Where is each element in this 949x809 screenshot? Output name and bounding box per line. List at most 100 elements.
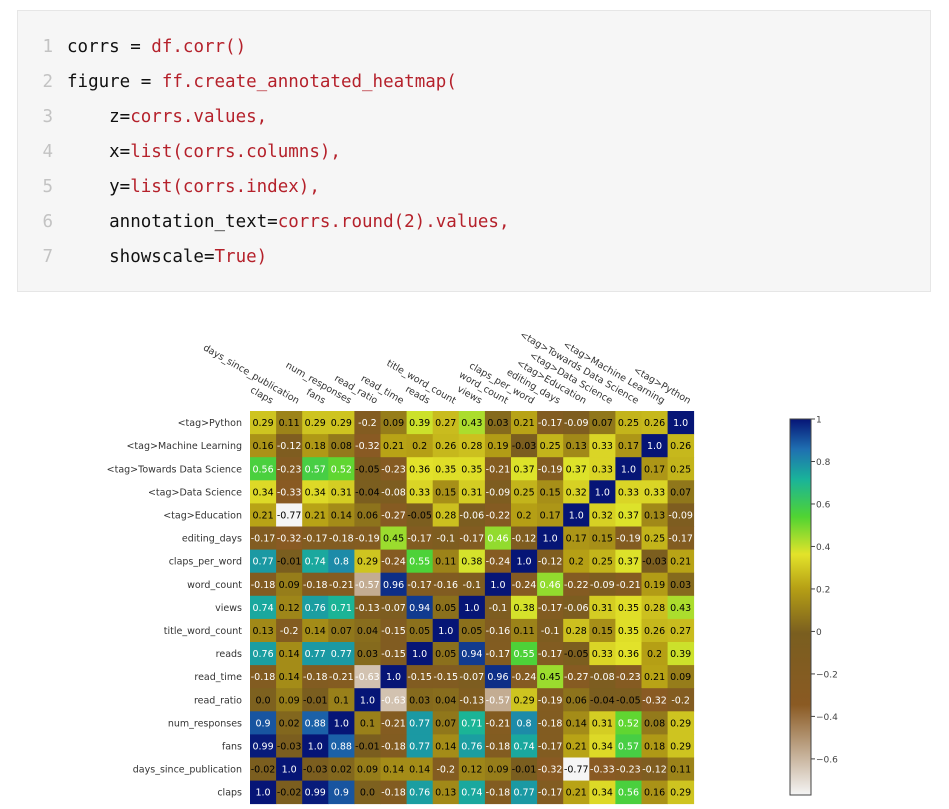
cell-annotation: 0.96 bbox=[383, 580, 404, 591]
cell-annotation: -0.17 bbox=[251, 534, 276, 545]
cell-annotation: -0.1 bbox=[436, 534, 455, 545]
cell-annotation: 0.26 bbox=[670, 441, 691, 452]
cell-annotation: 0.14 bbox=[279, 672, 300, 683]
cell-annotation: -0.2 bbox=[358, 418, 377, 429]
cell-annotation: 0.77 bbox=[331, 649, 352, 660]
cell-annotation: -0.13 bbox=[355, 603, 380, 614]
cell-annotation: 0.09 bbox=[383, 418, 404, 429]
cell-annotation: -0.32 bbox=[277, 534, 302, 545]
cell-annotation: 0.28 bbox=[435, 510, 456, 521]
cell-annotation: 0.33 bbox=[618, 487, 639, 498]
cell-annotation: 0.21 bbox=[305, 510, 326, 521]
cell-annotation: 0.19 bbox=[487, 441, 508, 452]
cell-annotation: 0.21 bbox=[252, 510, 273, 521]
cell-annotation: -0.16 bbox=[486, 626, 511, 637]
cell-annotation: -0.1 bbox=[541, 626, 560, 637]
x-axis-labels: clapsdays_since_publication fansnum_respo… bbox=[201, 329, 693, 406]
cell-annotation: -0.33 bbox=[590, 765, 615, 776]
cell-annotation: 0.29 bbox=[252, 418, 273, 429]
cell-annotation: 0.36 bbox=[618, 649, 639, 660]
cell-annotation: -0.05 bbox=[355, 464, 380, 475]
cell-annotation: -0.01 bbox=[355, 741, 380, 752]
cell-annotation: 1.0 bbox=[255, 788, 270, 799]
cell-annotation: 0.71 bbox=[331, 603, 352, 614]
cell-annotation: 0.74 bbox=[305, 557, 326, 568]
cell-annotation: 0.28 bbox=[566, 626, 587, 637]
cell-annotation: 0.17 bbox=[644, 464, 665, 475]
cell-annotation: -0.22 bbox=[486, 510, 511, 521]
cell-annotation: -0.12 bbox=[277, 441, 302, 452]
cell-annotation: 0.99 bbox=[305, 788, 326, 799]
cell-annotation: 0.17 bbox=[566, 534, 587, 545]
cell-annotation: 0.21 bbox=[670, 557, 691, 568]
cell-annotation: 0.21 bbox=[566, 788, 587, 799]
cell-annotation: 0.74 bbox=[461, 788, 482, 799]
colorbar-tick-label: 0.2 bbox=[816, 585, 830, 595]
cell-annotation: 0.31 bbox=[461, 487, 482, 498]
cell-annotation: 0.1 bbox=[334, 695, 349, 706]
correlation-heatmap: 0.29 0.11 0.29 0.29 -0.2 0.09 0.39 0.27 0.43 0.03… bbox=[107, 329, 838, 805]
cell-annotation: 0.11 bbox=[435, 557, 456, 568]
cell-annotation: -0.03 bbox=[642, 557, 667, 568]
cell-annotation: -0.17 bbox=[538, 741, 563, 752]
cell-annotation: 1.0 bbox=[308, 741, 323, 752]
cell-annotation: 0.99 bbox=[252, 741, 273, 752]
cell-annotation: -0.23 bbox=[616, 672, 641, 683]
cell-annotation: -0.57 bbox=[486, 695, 511, 706]
cell-annotation: 0.36 bbox=[409, 464, 430, 475]
cell-annotation: -0.2 bbox=[671, 695, 690, 706]
cell-annotation: 0.14 bbox=[383, 765, 404, 776]
y-axis-labels: <tag>Python <tag>Machine Learning <tag>Tow… bbox=[107, 418, 243, 799]
y-tick-label: read_ratio bbox=[194, 695, 242, 706]
cell-annotation: 0.74 bbox=[513, 741, 534, 752]
cell-annotation: -0.17 bbox=[460, 534, 485, 545]
cell-annotation: -0.01 bbox=[303, 695, 328, 706]
cell-annotation: 0.37 bbox=[566, 464, 587, 475]
cell-annotation: 0.57 bbox=[618, 741, 639, 752]
cell-annotation: -0.24 bbox=[512, 672, 537, 683]
cell-annotation: 0.29 bbox=[331, 418, 352, 429]
cell-annotation: -0.18 bbox=[329, 534, 354, 545]
cell-annotation: 0.94 bbox=[461, 649, 482, 660]
cell-annotation: -0.2 bbox=[436, 765, 455, 776]
cell-annotation: -0.77 bbox=[277, 510, 302, 521]
cell-annotation: 0.25 bbox=[592, 557, 613, 568]
cell-annotation: 0.09 bbox=[279, 580, 300, 591]
cell-annotation: 0.12 bbox=[279, 603, 300, 614]
cell-annotation: 0.21 bbox=[383, 441, 404, 452]
y-tick-label: days_since_publication bbox=[133, 765, 242, 776]
cell-annotation: 0.05 bbox=[435, 649, 456, 660]
cell-annotation: 1.0 bbox=[386, 672, 401, 683]
cell-annotation: -0.27 bbox=[381, 510, 406, 521]
y-tick-label: editing_days bbox=[182, 534, 242, 545]
cell-annotation: 0.2 bbox=[569, 557, 584, 568]
y-tick-label: num_responses bbox=[168, 718, 242, 729]
cell-annotation: 0.77 bbox=[409, 718, 430, 729]
cell-annotation: 0.03 bbox=[357, 649, 378, 660]
cell-annotation: 0.25 bbox=[670, 464, 691, 475]
cell-annotation: -0.63 bbox=[381, 695, 406, 706]
cell-annotation: 0.52 bbox=[331, 464, 352, 475]
cell-annotation: 0.05 bbox=[409, 626, 430, 637]
cell-annotation: -0.18 bbox=[303, 672, 328, 683]
cell-annotation: 0.25 bbox=[644, 534, 665, 545]
cell-annotation: -0.05 bbox=[407, 510, 432, 521]
cell-annotation: -0.03 bbox=[303, 765, 328, 776]
cell-annotation: -0.1 bbox=[489, 603, 508, 614]
colorbar-tick-label: 0 bbox=[816, 628, 822, 638]
cell-annotation: 1.0 bbox=[334, 718, 349, 729]
cell-annotation: 1.0 bbox=[673, 418, 688, 429]
cell-annotation: 0.15 bbox=[592, 534, 613, 545]
cell-annotation: -0.33 bbox=[277, 487, 302, 498]
cell-annotation: 0.33 bbox=[592, 464, 613, 475]
heatmap-cells: 0.29 0.11 0.29 0.29 -0.2 0.09 0.39 0.27 0.43 0.03… bbox=[250, 411, 695, 805]
cell-annotation: 1.0 bbox=[438, 626, 453, 637]
cell-annotation: 0.13 bbox=[435, 788, 456, 799]
cell-annotation: 0.29 bbox=[670, 788, 691, 799]
cell-annotation: -0.03 bbox=[277, 741, 302, 752]
cell-annotation: 0.77 bbox=[513, 788, 534, 799]
cell-annotation: -0.21 bbox=[381, 718, 406, 729]
cell-annotation: -0.23 bbox=[381, 464, 406, 475]
cell-annotation: 0.45 bbox=[540, 672, 561, 683]
cell-annotation: -0.04 bbox=[355, 487, 380, 498]
